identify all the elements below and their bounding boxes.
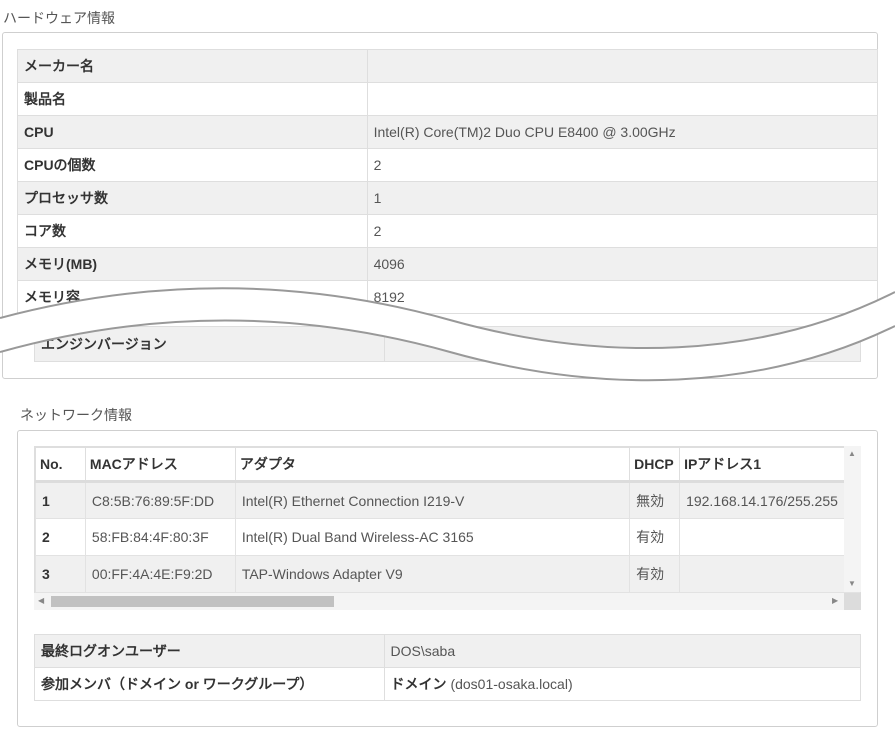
column-header-dhcp[interactable]: DHCP xyxy=(629,447,681,483)
row-value: 2 xyxy=(366,214,879,248)
member-type: ドメイン xyxy=(390,676,447,692)
last-logon-user-label: 最終ログオンユーザー xyxy=(34,634,385,668)
cell-no: 1 xyxy=(35,481,86,519)
hardware-section-title: ハードウェア情報 xyxy=(3,10,115,26)
scroll-right-icon[interactable]: ▶ xyxy=(832,597,838,605)
last-logon-user-value: DOS\saba xyxy=(383,634,862,668)
cell-no: 3 xyxy=(35,555,86,593)
cell-mac: 58:FB:84:4F:80:3F xyxy=(84,518,236,556)
row-key: メモリ(MB) xyxy=(17,247,368,281)
row-key: プロセッサ数 xyxy=(17,181,368,215)
cell-ip: 192.168.14.176/255.255 xyxy=(679,481,860,519)
row-key: メーカー名 xyxy=(17,49,368,83)
row-key: コア数 xyxy=(17,214,368,248)
scrollbar-corner xyxy=(844,593,861,610)
torn-edge-divider xyxy=(0,287,895,382)
table-row: CPU Intel(R) Core(TM)2 Duo CPU E8400 @ 3.… xyxy=(17,115,879,149)
row-value xyxy=(366,49,879,83)
row-key: 製品名 xyxy=(17,82,368,116)
hardware-table: メーカー名 製品名 CPU Intel(R) Core(TM)2 Duo CPU … xyxy=(17,49,879,314)
cell-adapter: TAP-Windows Adapter V9 xyxy=(234,555,631,593)
cell-dhcp: 有効 xyxy=(629,518,681,556)
cell-mac: 00:FF:4A:4E:F9:2D xyxy=(84,555,236,593)
row-key: CPU xyxy=(17,115,368,149)
table-row: メモリ(MB) 4096 xyxy=(17,247,879,281)
table-row: コア数 2 xyxy=(17,214,879,248)
column-header-adapter[interactable]: アダプタ xyxy=(234,447,631,483)
cell-adapter: Intel(R) Ethernet Connection I219-V xyxy=(234,481,631,519)
row-value: 2 xyxy=(366,148,879,182)
scroll-up-icon[interactable]: ▲ xyxy=(848,450,856,458)
row-value: 4096 xyxy=(366,247,879,281)
table-row: 参加メンバ（ドメイン or ワークグループ） ドメイン (dos01-osaka… xyxy=(34,667,862,701)
scroll-left-icon[interactable]: ◀ xyxy=(38,597,44,605)
network-table-viewport[interactable]: No. MACアドレス アダプタ DHCP IPアドレス1 1 C8:5B:76… xyxy=(34,446,861,610)
table-row: 1 C8:5B:76:89:5F:DD Intel(R) Ethernet Co… xyxy=(35,481,860,519)
table-header-row: No. MACアドレス アダプタ DHCP IPアドレス1 xyxy=(35,447,860,483)
column-header-mac[interactable]: MACアドレス xyxy=(84,447,236,483)
cell-dhcp: 有効 xyxy=(629,555,681,593)
cell-ip xyxy=(679,555,860,593)
cell-mac: C8:5B:76:89:5F:DD xyxy=(84,481,236,519)
table-row: メーカー名 xyxy=(17,49,879,83)
member-domain: (dos01-osaka.local) xyxy=(450,676,573,692)
table-row: 2 58:FB:84:4F:80:3F Intel(R) Dual Band W… xyxy=(35,518,860,556)
table-row: 最終ログオンユーザー DOS\saba xyxy=(34,634,862,668)
scroll-down-icon[interactable]: ▼ xyxy=(848,580,856,588)
cell-no: 2 xyxy=(35,518,86,556)
column-header-ip[interactable]: IPアドレス1 xyxy=(679,447,860,483)
vertical-scrollbar[interactable]: ▲ ▼ xyxy=(844,446,861,592)
cell-adapter: Intel(R) Dual Band Wireless-AC 3165 xyxy=(234,518,631,556)
table-row: 製品名 xyxy=(17,82,879,116)
member-value: ドメイン (dos01-osaka.local) xyxy=(383,667,862,701)
row-value xyxy=(366,82,879,116)
cell-ip xyxy=(679,518,860,556)
column-header-no[interactable]: No. xyxy=(35,447,86,483)
row-key: CPUの個数 xyxy=(17,148,368,182)
member-label: 参加メンバ（ドメイン or ワークグループ） xyxy=(34,667,385,701)
table-row: 3 00:FF:4A:4E:F9:2D TAP-Windows Adapter … xyxy=(35,555,860,593)
table-row: CPUの個数 2 xyxy=(17,148,879,182)
network-table: No. MACアドレス アダプタ DHCP IPアドレス1 1 C8:5B:76… xyxy=(35,447,860,593)
horizontal-scrollbar[interactable]: ◀ ▶ xyxy=(34,593,844,610)
row-value: 1 xyxy=(366,181,879,215)
logon-table: 最終ログオンユーザー DOS\saba 参加メンバ（ドメイン or ワークグルー… xyxy=(34,634,862,701)
row-value: Intel(R) Core(TM)2 Duo CPU E8400 @ 3.00G… xyxy=(366,115,879,149)
table-row: プロセッサ数 1 xyxy=(17,181,879,215)
horizontal-scroll-thumb[interactable] xyxy=(51,596,334,607)
cell-dhcp: 無効 xyxy=(629,481,681,519)
network-section-title: ネットワーク情報 xyxy=(20,407,132,423)
